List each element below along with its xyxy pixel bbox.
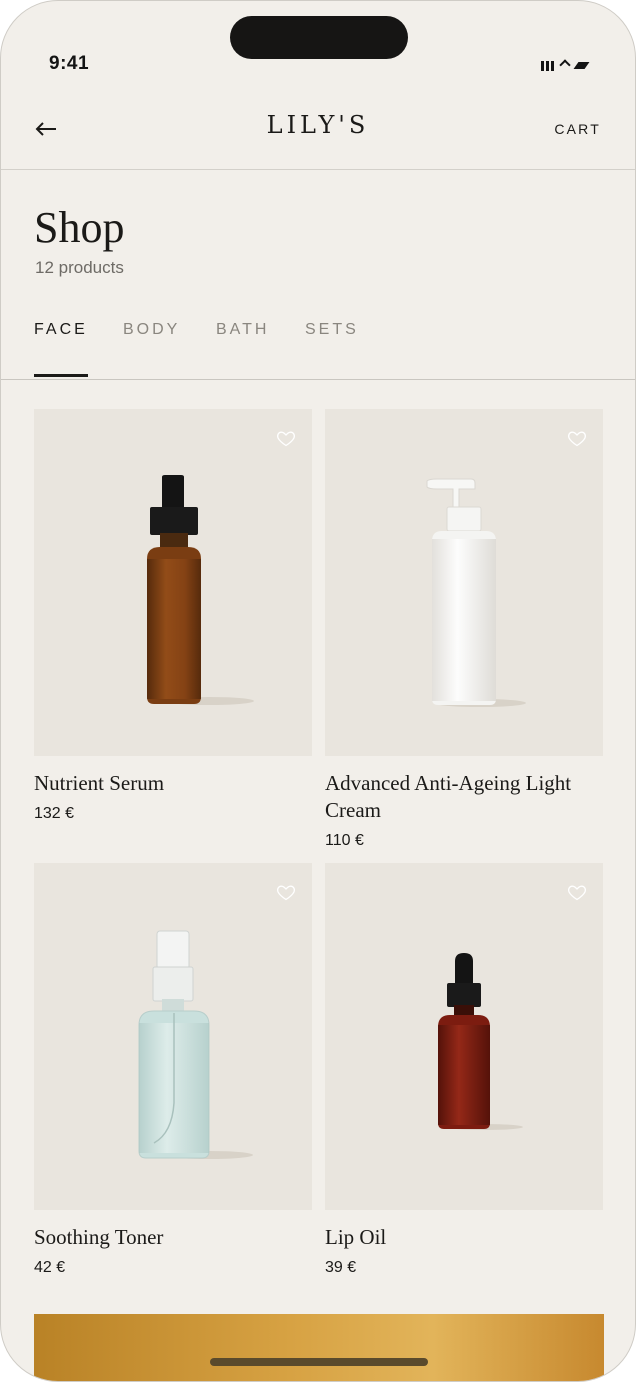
product-image-nutrient-serum[interactable] [34, 409, 312, 756]
product-image-anti-ageing-cream[interactable] [325, 409, 603, 756]
tab-face[interactable]: FACE [34, 321, 88, 339]
product-price: 42 € [34, 1259, 66, 1276]
product-price: 110 € [325, 832, 364, 849]
tab-sets[interactable]: SETS [305, 321, 359, 339]
page-title: Shop [34, 203, 125, 252]
product-name[interactable]: Advanced Anti-Ageing Light Cream [325, 770, 603, 824]
white-pump-bottle-icon [426, 478, 526, 707]
product-image-soothing-toner[interactable] [34, 863, 312, 1210]
phone-frame: 9:41 LILY'S CART Shop 12 products FACE B… [0, 0, 636, 1382]
tab-body[interactable]: BODY [123, 321, 180, 339]
wifi-icon [560, 59, 570, 71]
promo-banner[interactable] [34, 1314, 604, 1381]
product-price: 39 € [325, 1259, 357, 1276]
status-icons [541, 57, 590, 71]
active-tab-indicator [34, 374, 88, 377]
home-indicator[interactable] [210, 1358, 428, 1366]
tab-bath[interactable]: BATH [216, 321, 269, 339]
amber-dropper-bottle-icon [147, 475, 254, 705]
product-price: 132 € [34, 805, 75, 822]
red-dropper-bottle-icon [438, 953, 523, 1130]
dynamic-island [230, 16, 408, 59]
cart-button[interactable]: CART [554, 121, 601, 137]
product-name[interactable]: Nutrient Serum [34, 770, 312, 797]
category-tabs: FACE BODY BATH SETS [1, 301, 635, 380]
product-name[interactable]: Soothing Toner [34, 1224, 312, 1251]
top-nav: LILY'S CART [1, 96, 635, 170]
brand-logo[interactable]: LILY'S [1, 111, 635, 139]
product-image-lip-oil[interactable] [325, 863, 603, 1210]
product-name[interactable]: Lip Oil [325, 1224, 603, 1251]
signal-icon [541, 59, 554, 71]
battery-icon [573, 62, 590, 69]
status-time: 9:41 [49, 53, 90, 74]
clear-spray-bottle-icon [138, 930, 253, 1159]
product-count: 12 products [35, 258, 124, 277]
